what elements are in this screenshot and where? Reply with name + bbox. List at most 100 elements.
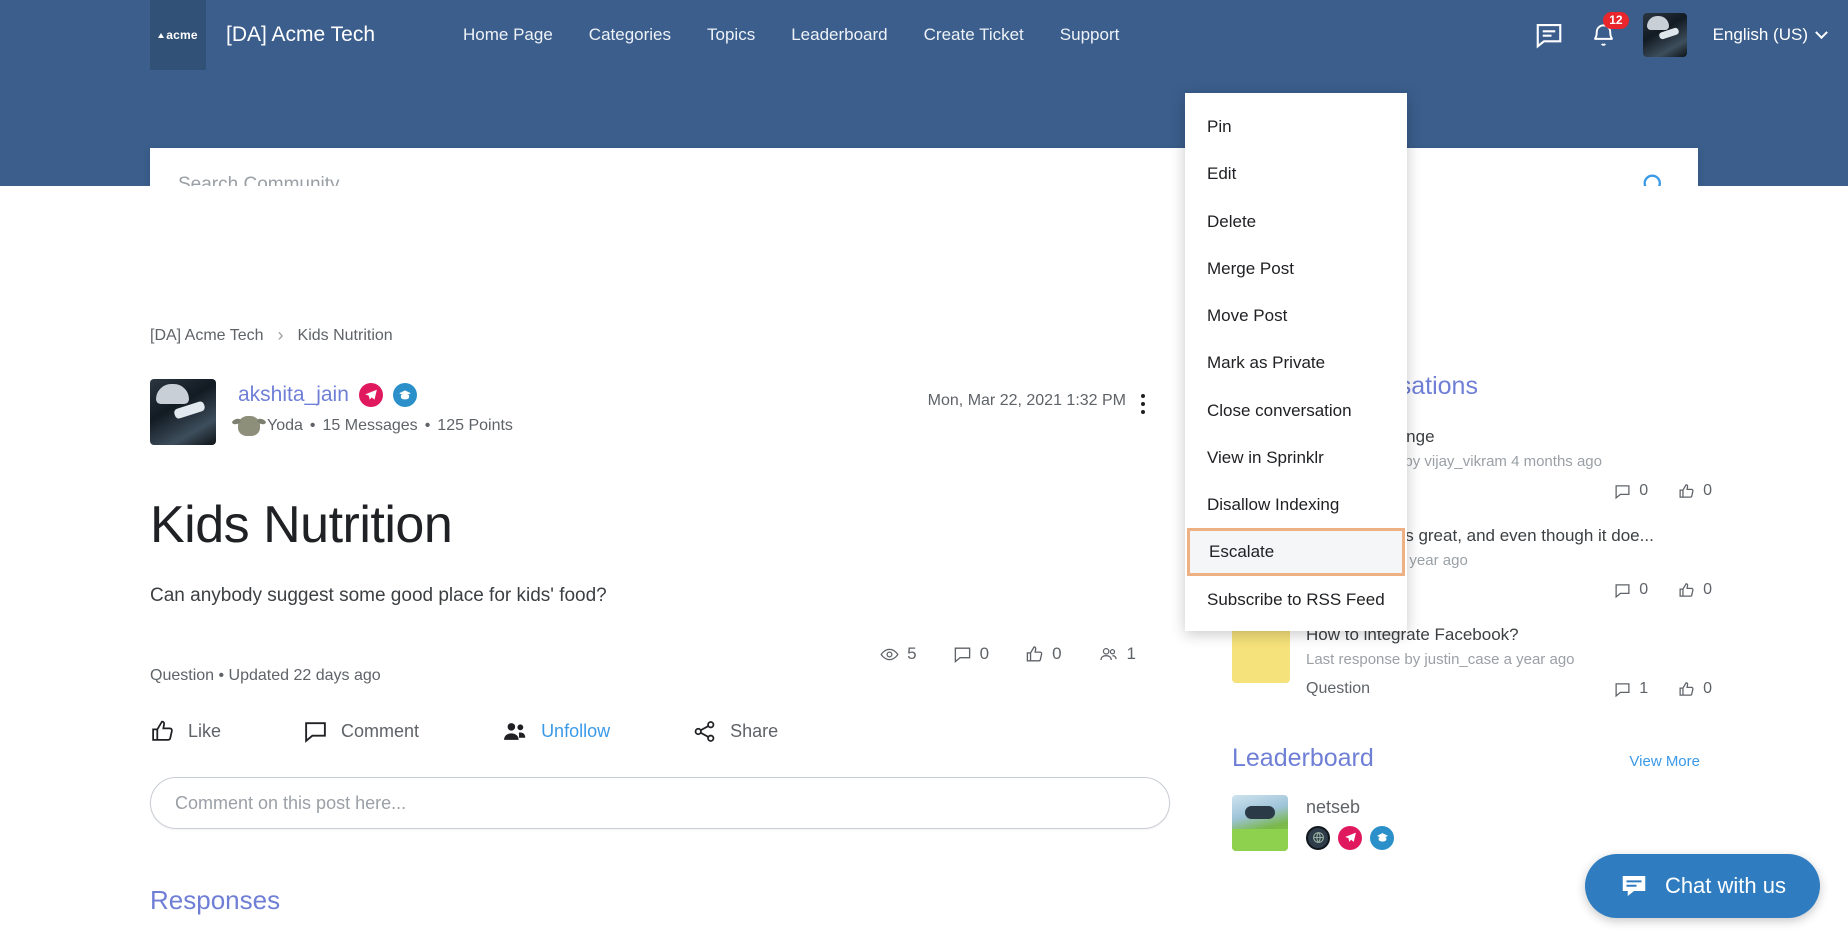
chat-bubble-icon	[1622, 876, 1646, 896]
nav-link-home-page[interactable]: Home Page	[463, 25, 553, 45]
kebab-menu-icon[interactable]	[1133, 391, 1153, 417]
chevron-down-icon	[1815, 25, 1828, 39]
comment-icon	[1615, 682, 1630, 697]
menu-item-mark-as-private[interactable]: Mark as Private	[1185, 339, 1407, 386]
list-item[interactable]: How to integrate Facebook? Last response…	[1232, 625, 1712, 698]
leaderboard-header: Leaderboard View More	[1232, 744, 1700, 773]
breadcrumb-current: Kids Nutrition	[297, 326, 393, 344]
avatar[interactable]	[1642, 13, 1687, 57]
responses-heading: Responses	[150, 885, 281, 915]
menu-item-disallow-indexing[interactable]: Disallow Indexing	[1185, 481, 1407, 528]
breadcrumb: [DA] Acme Tech › Kids Nutrition	[150, 325, 393, 346]
conversation-footer: Question 1 0	[1306, 680, 1712, 698]
unfollow-label: Unfollow	[541, 721, 611, 741]
breadcrumb-separator-icon: ›	[277, 325, 284, 345]
conversation-comments: 0	[1614, 581, 1648, 599]
stat-comments: 0	[953, 644, 989, 664]
leaderboard-entry-badges	[1306, 825, 1394, 850]
notification-badge: 12	[1603, 11, 1629, 29]
yoda-rank-icon	[238, 416, 260, 436]
top-navigation: acme [DA] Acme Tech Home Page Categories…	[0, 0, 1848, 70]
site-logo[interactable]: acme	[150, 0, 206, 70]
stat-followers: 1	[1098, 644, 1136, 664]
stat-views: 5	[880, 644, 917, 664]
eye-icon	[880, 648, 899, 660]
stat-likes: 0	[1025, 644, 1062, 664]
language-selector[interactable]: English (US)	[1712, 25, 1828, 45]
education-badge-icon	[1370, 825, 1394, 850]
comment-icon	[954, 646, 970, 663]
post-options-dropdown: Pin Edit Delete Merge Post Move Post Mar…	[1185, 93, 1407, 631]
conversation-thumbnail	[1232, 625, 1290, 683]
thumbs-up-icon	[1026, 645, 1043, 662]
nav-link-categories[interactable]: Categories	[589, 25, 671, 45]
comment-label: Comment	[341, 721, 420, 741]
breadcrumb-root[interactable]: [DA] Acme Tech	[150, 327, 264, 345]
followers-icon	[1099, 647, 1117, 660]
nav-link-leaderboard[interactable]: Leaderboard	[791, 25, 887, 45]
page-content: [DA] Acme Tech › Kids Nutrition akshita_…	[0, 186, 1848, 942]
conversation-comments-value: 0	[1639, 482, 1649, 499]
menu-item-escalate[interactable]: Escalate	[1187, 528, 1405, 576]
messages-button[interactable]	[1534, 20, 1564, 50]
menu-item-close-conversation[interactable]: Close conversation	[1185, 387, 1407, 434]
like-label: Like	[188, 721, 222, 741]
post-author-avatar[interactable]	[150, 379, 216, 445]
conversation-likes: 0	[1678, 581, 1712, 599]
leaderboard-avatar	[1232, 795, 1288, 851]
post-date: Mon, Mar 22, 2021 1:32 PM	[927, 392, 1126, 409]
page-title: Kids Nutrition	[150, 496, 453, 554]
nav-right-cluster: 12 English (US)	[1534, 11, 1828, 57]
triangle-icon	[158, 33, 165, 38]
leaderboard-entry-name[interactable]: netseb	[1306, 797, 1394, 818]
post-author-rank: Yoda	[267, 417, 303, 434]
conversation-body: How to integrate Facebook? Last response…	[1306, 625, 1712, 698]
thumbs-up-icon	[1679, 483, 1694, 498]
comment-input-wrapper	[150, 777, 1170, 829]
post-container: akshita_jain Yoda • 15 Messages • 125 Po…	[150, 379, 1170, 916]
nav-link-create-ticket[interactable]: Create Ticket	[924, 25, 1024, 45]
leaderboard-view-more-link[interactable]: View More	[1629, 753, 1700, 770]
brand-title[interactable]: [DA] Acme Tech	[226, 23, 375, 47]
conversation-stats: 1 0	[1614, 680, 1712, 698]
menu-item-view-in-sprinklr[interactable]: View in Sprinklr	[1185, 434, 1407, 481]
nav-link-topics[interactable]: Topics	[707, 25, 755, 45]
chat-with-us-button[interactable]: Chat with us	[1584, 854, 1820, 918]
list-item[interactable]: netseb	[1232, 795, 1712, 851]
post-author-messages: 15 Messages	[322, 417, 418, 434]
stat-views-value: 5	[907, 644, 917, 663]
menu-item-subscribe-to-rss-feed[interactable]: Subscribe to RSS Feed	[1185, 576, 1407, 623]
post-author-name[interactable]: akshita_jain	[238, 383, 349, 407]
comment-input[interactable]	[175, 792, 1145, 814]
post-author-line: akshita_jain	[238, 383, 513, 407]
nav-link-support[interactable]: Support	[1060, 25, 1120, 45]
menu-item-edit[interactable]: Edit	[1185, 150, 1407, 197]
notifications-button[interactable]: 12	[1590, 11, 1629, 50]
like-button[interactable]: Like	[150, 719, 221, 744]
stat-likes-value: 0	[1052, 644, 1062, 663]
post-actions: Like Comment Unfollow Share	[150, 719, 1170, 744]
thumbs-up-icon	[1679, 681, 1694, 696]
post-author-meta: Yoda • 15 Messages • 125 Points	[238, 416, 513, 436]
post-author-info: akshita_jain Yoda • 15 Messages • 125 Po…	[238, 379, 513, 436]
post-body: Can anybody suggest some good place for …	[150, 585, 607, 606]
conversation-likes-value: 0	[1703, 482, 1712, 499]
site-header: acme [DA] Acme Tech Home Page Categories…	[0, 0, 1848, 222]
community-page: acme [DA] Acme Tech Home Page Categories…	[0, 0, 1848, 942]
leaderboard-entry-info: netseb	[1306, 797, 1394, 850]
meta-sep-1: •	[309, 417, 316, 434]
menu-item-delete[interactable]: Delete	[1185, 198, 1407, 245]
menu-item-merge-post[interactable]: Merge Post	[1185, 245, 1407, 292]
comment-icon	[1615, 484, 1630, 499]
share-button[interactable]: Share	[692, 719, 778, 744]
followers-icon	[504, 723, 526, 740]
post-stats: 5 0 0 1	[880, 644, 1136, 664]
share-label: Share	[730, 721, 779, 741]
conversation-likes: 0	[1678, 482, 1712, 500]
language-label: English (US)	[1712, 25, 1808, 44]
conversation-comments: 1	[1614, 680, 1648, 698]
menu-item-move-post[interactable]: Move Post	[1185, 292, 1407, 339]
unfollow-button[interactable]: Unfollow	[501, 719, 610, 744]
comment-button[interactable]: Comment	[303, 719, 419, 744]
menu-item-pin[interactable]: Pin	[1185, 103, 1407, 150]
